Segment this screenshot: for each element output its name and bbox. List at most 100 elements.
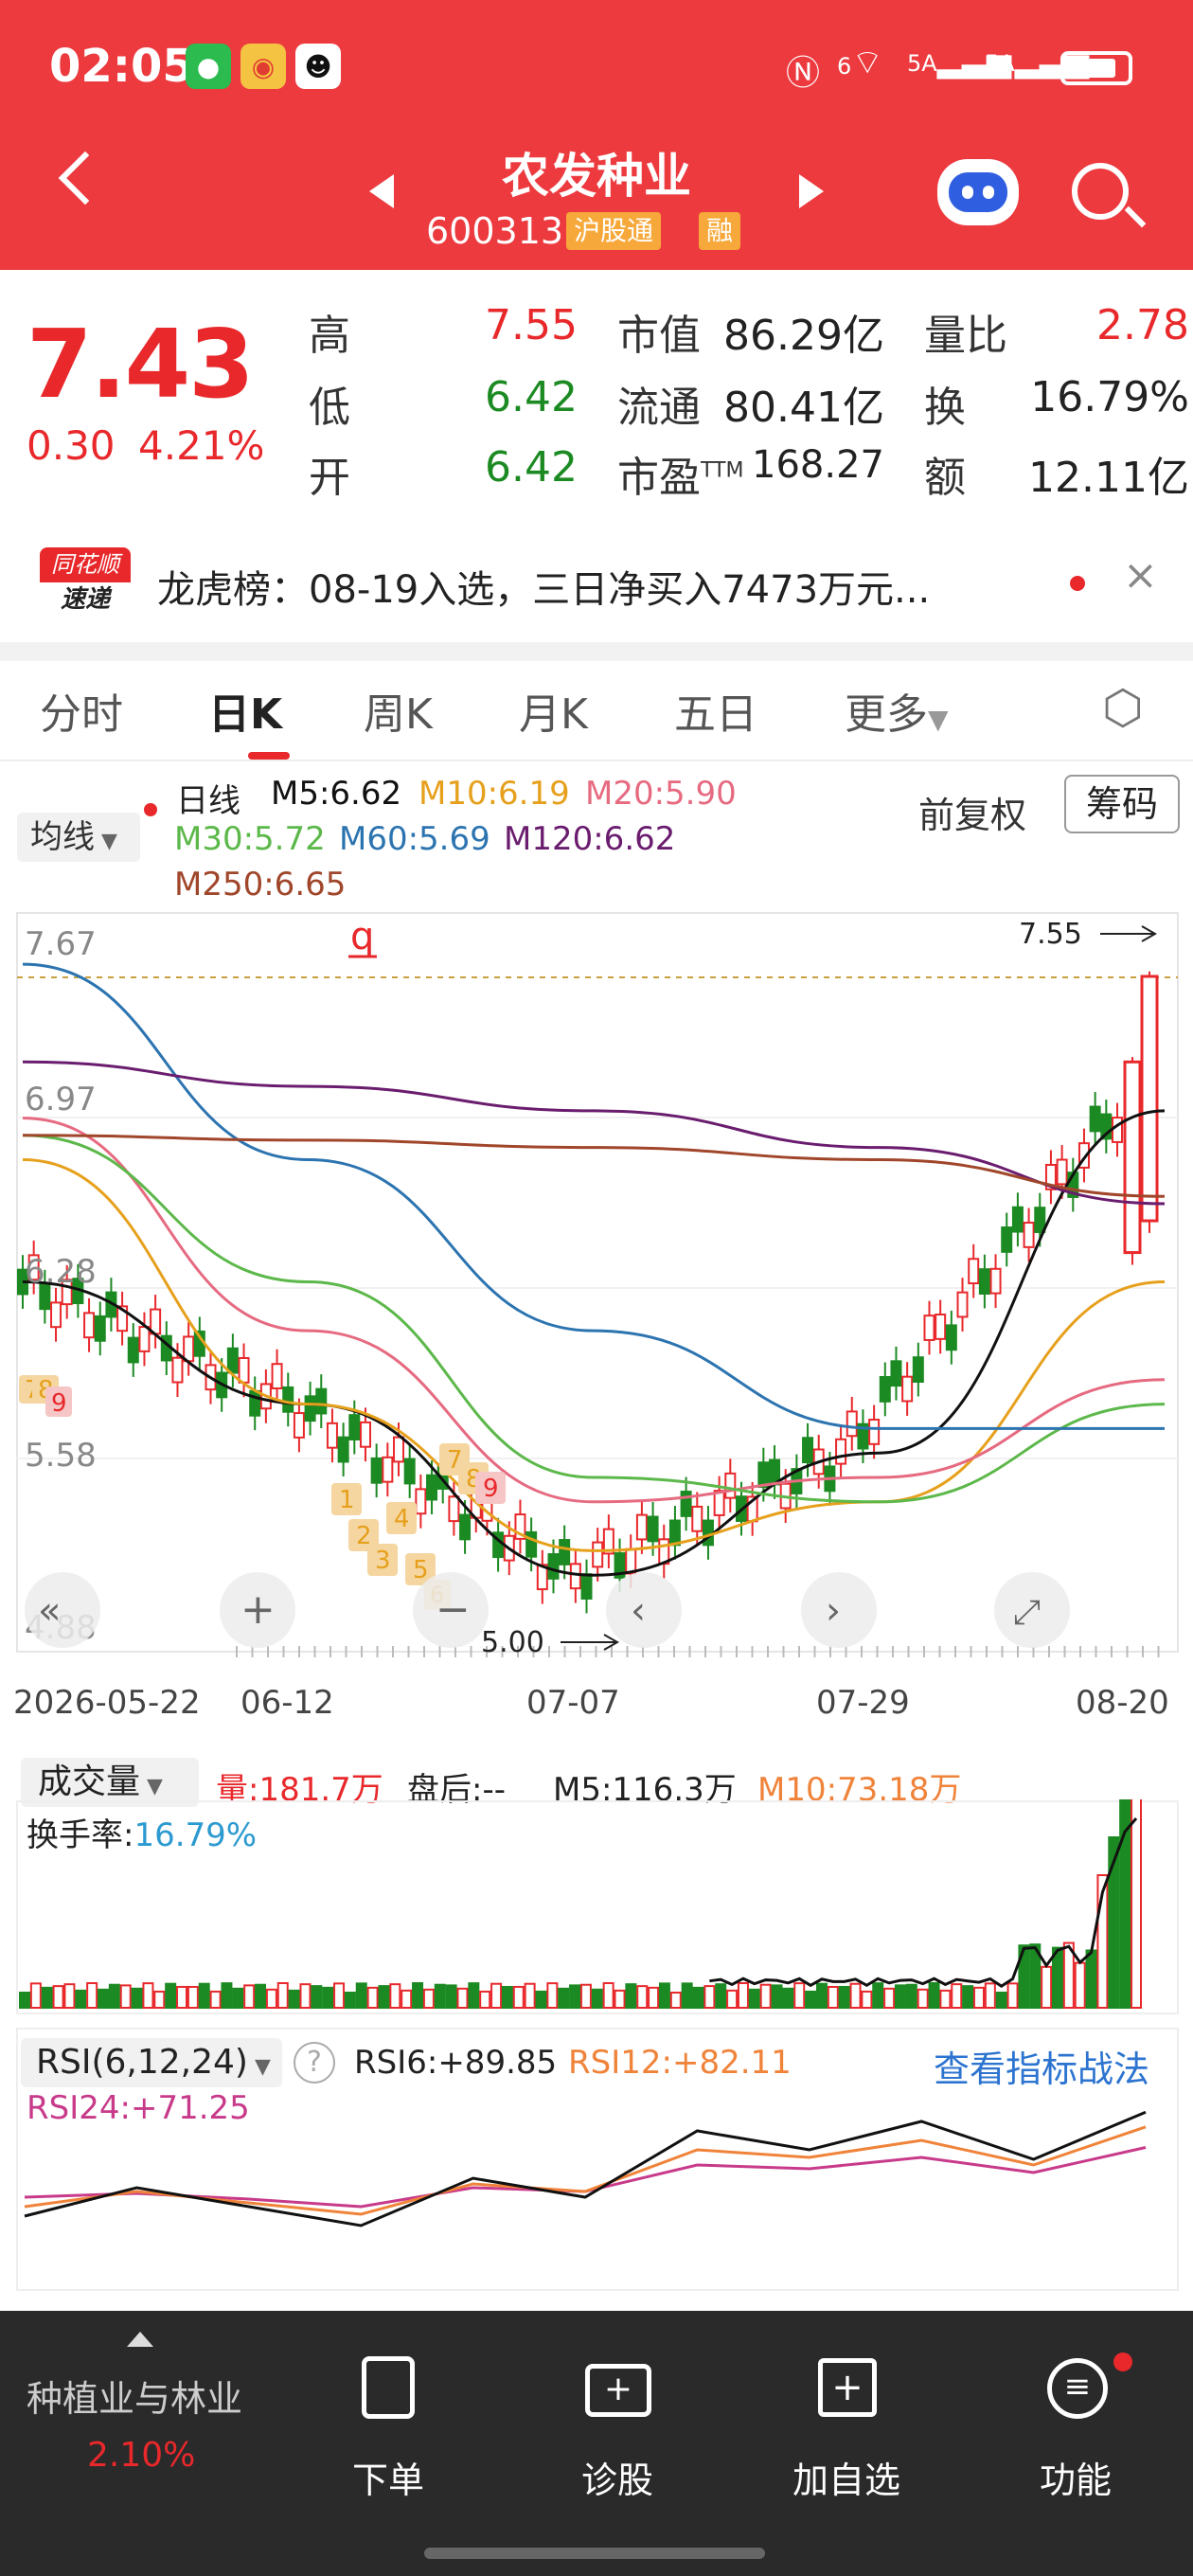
search-icon[interactable]	[1072, 163, 1129, 220]
date-2: 07-07	[526, 1684, 620, 1722]
volratio-label: 量比	[924, 312, 1007, 360]
volratio-value: 2.78	[1096, 301, 1189, 349]
svg-text:3: 3	[375, 1547, 391, 1575]
high-label: 高	[309, 312, 350, 360]
active-tab-indicator	[248, 752, 290, 760]
y-tick-1: 6.97	[25, 1081, 97, 1118]
stock-code: 600313	[426, 210, 564, 252]
ths-express-logo: 同花顺 速递	[40, 547, 131, 617]
turnover-label: 换	[924, 384, 966, 432]
ma5-value: M5:6.62	[271, 775, 402, 813]
chips-button[interactable]: 筹码	[1064, 775, 1180, 833]
pe-label: 市盈TTM	[617, 454, 744, 502]
ma250-value: M250:6.65	[174, 866, 347, 903]
zoom-out-all-button	[25, 1572, 100, 1648]
ma10-value: M10:6.19	[418, 775, 570, 813]
bottom-toolbar: 种植业与林业 2.10% + + ≡	[0, 2311, 1193, 2576]
sector-change: 2.10%	[87, 2436, 196, 2475]
robot-assistant-icon[interactable]	[937, 159, 1019, 225]
home-indicator	[424, 2548, 765, 2559]
svg-text:+: +	[240, 1585, 276, 1634]
price-change: 0.30	[27, 422, 116, 469]
svg-text:⤢: ⤢	[1013, 1593, 1041, 1632]
ma-selector[interactable]: 均线 ▼	[17, 813, 140, 862]
turnover-value: 16.79%	[1030, 373, 1189, 421]
date-1: 06-12	[240, 1684, 334, 1722]
order-button[interactable]: 下单	[294, 2451, 483, 2503]
diagnose-button[interactable]: 诊股	[523, 2451, 712, 2503]
diagnose-icon: +	[585, 2364, 651, 2417]
svg-text:4: 4	[394, 1505, 410, 1533]
float-value: 80.41亿	[723, 384, 884, 432]
float-label: 流通	[617, 384, 701, 432]
stock-detail-page: 02:05 ● ◉ ☻ Ⓝ 6⌔ 5A▂▃▅ 5A▂▃▅ 农发种业 600313…	[0, 0, 1193, 2576]
expand-up-icon[interactable]	[127, 2332, 153, 2347]
order-icon	[362, 2356, 415, 2419]
svg-text:1: 1	[339, 1486, 355, 1514]
high-value: 7.55	[485, 301, 578, 349]
tab-intraday[interactable]: 分时	[40, 680, 123, 741]
nfc-icon: Ⓝ	[786, 54, 821, 93]
header-bar: 02:05 ● ◉ ☻ Ⓝ 6⌔ 5A▂▃▅ 5A▂▃▅ 农发种业 600313…	[0, 0, 1193, 270]
svg-text:−: −	[436, 1585, 471, 1634]
q-marker: q	[350, 915, 374, 958]
ma-line-m20	[22, 1117, 1166, 1504]
tab-daily-k[interactable]: 日K	[208, 680, 282, 741]
y-tick-2: 6.28	[25, 1253, 97, 1291]
news-ticker[interactable]: 同花顺 速递 龙虎榜：08-19入选，三日净买入7473万元... ×	[0, 530, 1193, 635]
sector-name[interactable]: 种植业与林业	[27, 2370, 242, 2422]
function-menu-icon: ≡	[1047, 2358, 1108, 2419]
kline-candles	[17, 971, 1159, 1614]
ma-line-m120	[22, 1060, 1166, 1206]
svg-text:9: 9	[483, 1475, 499, 1503]
ma20-value: M20:5.90	[585, 775, 737, 813]
svg-text:‹: ‹	[631, 1589, 646, 1633]
unread-dot	[1070, 576, 1085, 591]
kline-chart[interactable]: 7.67 6.97 6.28 5.58 4.88 7.55 5.00 q 7 8…	[0, 909, 1193, 1667]
news-text: 龙虎榜：08-19入选，三日净买入7473万元...	[157, 568, 931, 612]
svg-text:«: «	[38, 1589, 61, 1633]
open-value: 6.42	[485, 443, 578, 492]
volume-chart	[16, 1799, 1179, 2014]
qq-icon: ☻	[295, 44, 341, 89]
add-watchlist-button[interactable]: 加自选	[752, 2451, 941, 2503]
ma30-value: M30:5.72	[174, 820, 326, 858]
pe-value: 168.27	[752, 443, 884, 487]
tab-monthly-k[interactable]: 月K	[519, 680, 588, 741]
battery-icon	[1060, 51, 1132, 85]
status-time: 02:05	[49, 40, 194, 93]
margin-tag: 融	[699, 212, 741, 250]
date-0: 2026-05-22	[13, 1684, 201, 1722]
function-badge-dot	[1113, 2352, 1132, 2371]
tab-more[interactable]: 更多▼	[845, 680, 949, 741]
price-change-pct: 4.21%	[138, 422, 265, 469]
amount-value: 12.11亿	[1028, 454, 1189, 502]
adjust-mode[interactable]: 前复权	[918, 786, 1026, 838]
amount-label: 额	[924, 454, 966, 502]
hk-connect-tag: 沪股通	[566, 212, 662, 250]
settings-gear-icon[interactable]: ⬡	[1102, 680, 1144, 735]
ma60-value: M60:5.69	[339, 820, 490, 858]
rsi-chart	[16, 2028, 1179, 2291]
last-price: 7.43	[27, 309, 255, 420]
open-label: 开	[309, 454, 350, 502]
tab-five-day[interactable]: 五日	[674, 680, 757, 741]
wechat-icon: ●	[186, 44, 231, 89]
svg-text:9: 9	[51, 1389, 67, 1418]
mktcap-value: 86.29亿	[723, 312, 884, 360]
ma120-value: M120:6.62	[504, 820, 676, 858]
close-icon[interactable]: ×	[1123, 551, 1158, 599]
tab-weekly-k[interactable]: 周K	[364, 680, 433, 741]
ma-daily: 日线	[176, 782, 240, 820]
add-watchlist-icon: +	[818, 2358, 877, 2417]
function-button[interactable]: 功能	[981, 2451, 1170, 2503]
ma-dot	[144, 803, 157, 816]
y-tick-3: 5.58	[25, 1437, 97, 1475]
date-3: 07-29	[816, 1684, 910, 1722]
svg-text:›: ›	[826, 1589, 841, 1633]
low-label: 低	[309, 384, 350, 432]
date-ticks	[0, 1648, 1193, 1663]
low-value: 6.42	[485, 373, 578, 421]
next-stock-icon[interactable]	[799, 174, 824, 208]
y-tick-0: 7.67	[25, 925, 97, 963]
